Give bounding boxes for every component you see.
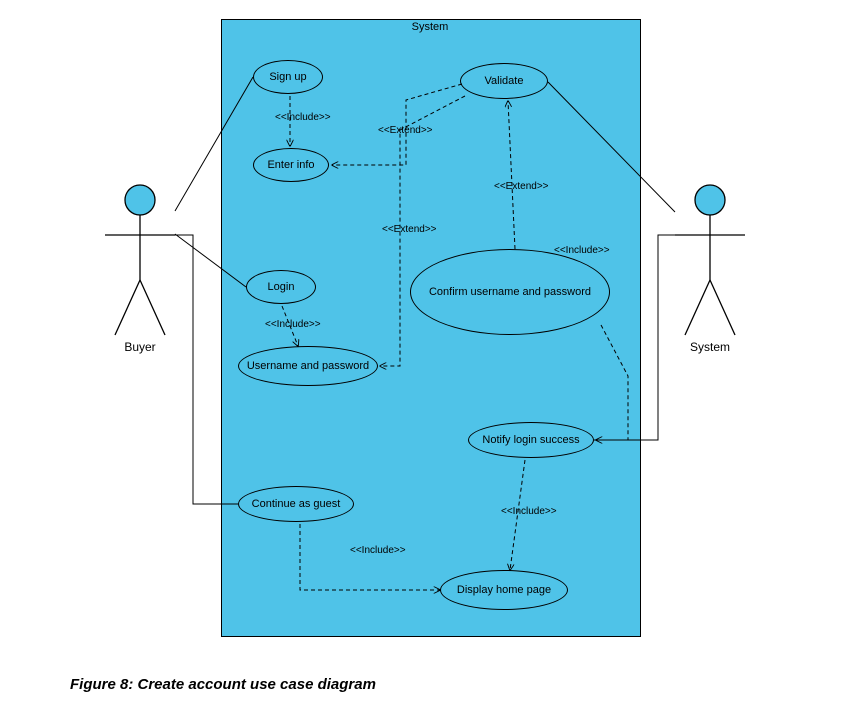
rel-extend-validate-userpass: <<Extend>> — [382, 224, 437, 235]
usecase-displayhome: Display home page — [440, 570, 568, 610]
actor-buyer-icon — [105, 180, 175, 350]
diagram-stage: System Buyer System Sign up Enter info L… — [0, 0, 866, 710]
rel-include-signup-enterinfo: <<Include>> — [275, 112, 331, 123]
rel-include-guest-home: <<Include>> — [350, 545, 406, 556]
rel-include-login-userpass: <<Include>> — [265, 319, 321, 330]
usecase-continueguest: Continue as guest — [238, 486, 354, 522]
actor-system-icon — [675, 180, 745, 350]
system-boundary-title: System — [221, 21, 639, 33]
actor-system-label: System — [670, 340, 750, 354]
figure-caption: Figure 8: Create account use case diagra… — [70, 676, 376, 693]
usecase-userpass: Username and password — [238, 346, 378, 386]
usecase-login: Login — [246, 270, 316, 304]
rel-include-notify-home: <<Include>> — [501, 506, 557, 517]
usecase-validate: Validate — [460, 63, 548, 99]
rel-extend-confirm-validate: <<Extend>> — [494, 181, 549, 192]
usecase-enterinfo: Enter info — [253, 148, 329, 182]
rel-include-confirm-notify: <<Include>> — [554, 245, 610, 256]
usecase-notify: Notify login success — [468, 422, 594, 458]
rel-extend-validate-enterinfo: <<Extend>> — [378, 125, 433, 136]
usecase-confirm: Confirm username and password — [410, 249, 610, 335]
usecase-signup: Sign up — [253, 60, 323, 94]
actor-buyer-label: Buyer — [100, 340, 180, 354]
